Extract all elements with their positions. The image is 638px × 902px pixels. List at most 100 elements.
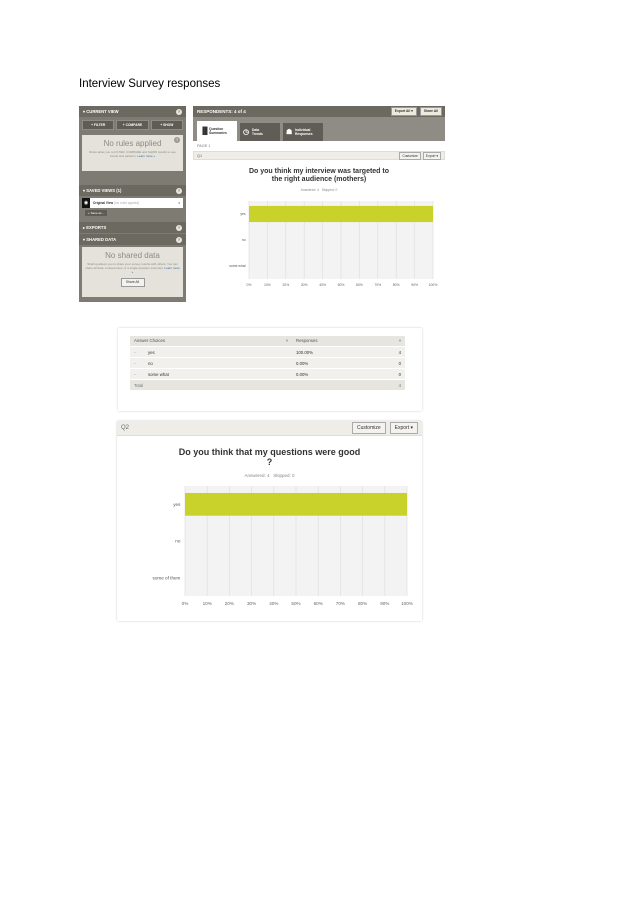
- help-icon[interactable]: ?: [176, 236, 182, 243]
- x-tick-label: 80%: [393, 283, 400, 287]
- export-button[interactable]: Export ▾: [389, 422, 418, 434]
- col-responses[interactable]: Responses ▾: [292, 336, 405, 347]
- question-title: Do you think that my questions were good…: [178, 447, 361, 467]
- x-tick-label: 90%: [411, 283, 418, 287]
- main-panel: RESPONDENTS: 4 of 4 Export All ▾ Share A…: [193, 106, 445, 299]
- x-tick-label: 100%: [401, 601, 413, 606]
- y-category-label: no: [175, 539, 181, 544]
- x-tick-label: 80%: [358, 601, 367, 606]
- response-table: Answer Choices ▾ Responses ▾ – yes 100.00%…: [130, 336, 405, 391]
- respondents-count: RESPONDENTS: 4 of 4: [197, 109, 246, 114]
- row-pct: 0.00%: [292, 357, 390, 369]
- x-tick-label: 10%: [264, 283, 271, 287]
- help-icon[interactable]: ?: [176, 224, 182, 231]
- survey-screenshot-q1: ▾ CURRENT VIEW ? + FILTER + COMPARE + SH…: [79, 103, 446, 318]
- table-row: – yes 100.00% 4: [130, 346, 405, 358]
- row-pct: 100.00%: [292, 346, 390, 358]
- saved-views-label: ▾ SAVED VIEWS (1): [83, 188, 122, 193]
- question-id: Q2: [121, 425, 130, 431]
- table-total-row: Total 4: [130, 379, 405, 391]
- y-category-label: no: [242, 238, 246, 242]
- table-row: – some what 0.00% 0: [130, 368, 405, 380]
- bar-chart-q1: 0% 10% 20% 30% 40% 50% 60% 70% 80% 90% 100% yes no so…: [229, 201, 438, 287]
- exports-label: ▸ EXPORTS: [83, 225, 107, 230]
- help-icon[interactable]: ?: [176, 108, 182, 115]
- compare-button[interactable]: + COMPARE: [116, 120, 149, 130]
- x-tick-label: 30%: [247, 601, 256, 606]
- x-tick-label: 100%: [429, 283, 438, 287]
- x-tick-label: 50%: [291, 601, 300, 606]
- customize-button[interactable]: Customize: [399, 151, 421, 160]
- total-count: 4: [390, 379, 405, 391]
- x-tick-label: 40%: [269, 601, 278, 606]
- y-category-label: some of them: [153, 575, 181, 580]
- page-label: PAGE 1: [197, 144, 211, 148]
- learn-more-link[interactable]: Learn more »: [137, 154, 155, 158]
- col-answer-choices[interactable]: Answer Choices ▾: [130, 336, 292, 347]
- x-tick-label: 40%: [319, 283, 326, 287]
- y-category-label: some what: [229, 264, 245, 268]
- sidebar: ▾ CURRENT VIEW ? + FILTER + COMPARE + SH…: [79, 106, 186, 302]
- x-tick-label: 0%: [247, 283, 252, 287]
- help-icon[interactable]: ?: [174, 137, 180, 143]
- bar-chart-icon: ▐▌: [200, 127, 210, 135]
- table-header: Answer Choices ▾ Responses ▾: [130, 336, 405, 347]
- filter-button[interactable]: + FILTER: [82, 120, 115, 130]
- question-title: Do you think my interview was targeted t…: [248, 168, 390, 183]
- view-tabs: ▐▌ Question Summaries ◷ Data Trends ☗ Indi…: [193, 117, 445, 141]
- x-tick-label: 70%: [336, 601, 345, 606]
- row-count: 4: [390, 346, 405, 358]
- shared-data-header[interactable]: ▾ SHARED DATA ?: [79, 234, 186, 245]
- no-shared-panel: No shared data Sharing allows you to sha…: [82, 247, 183, 297]
- no-shared-title: No shared data: [105, 251, 160, 260]
- sort-icon: ▾: [285, 338, 288, 343]
- saved-view-select[interactable]: Original View (No rules applied) ▾: [90, 198, 183, 208]
- current-view-label: ▾ CURRENT VIEW: [83, 109, 119, 114]
- tab-question-summaries[interactable]: ▐▌ Question Summaries: [197, 121, 237, 141]
- tab-data-trends[interactable]: ◷ Data Trends: [240, 123, 280, 141]
- x-tick-label: 0%: [182, 601, 189, 606]
- tab-individual-responses[interactable]: ☗ Individual Responses: [283, 123, 323, 141]
- no-rules-description: Rules allow you to FILTER, COMPARE and S…: [89, 150, 176, 158]
- bar: [185, 492, 407, 516]
- no-rules-title: No rules applied: [103, 139, 162, 148]
- y-category-label: yes: [173, 502, 181, 507]
- tab-label: Data Trends: [252, 128, 263, 136]
- export-all-button[interactable]: Export All ▾: [390, 107, 417, 116]
- save-as-button[interactable]: + Save as...: [85, 210, 107, 216]
- customize-button[interactable]: Customize: [352, 422, 386, 434]
- row-count: 0: [390, 368, 405, 380]
- x-tick-label: 20%: [225, 601, 234, 606]
- share-all-button[interactable]: Share All: [419, 107, 442, 116]
- tab-label: Question Summaries: [209, 127, 227, 135]
- row-count: 0: [390, 357, 405, 369]
- bar-chart-q2: 0% 10% 20% 30% 40% 50% 60% 70% 80% 90% 100% yes no so…: [153, 486, 413, 606]
- question-bar: Q2 Customize Export ▾: [117, 421, 422, 436]
- x-tick-label: 20%: [282, 283, 289, 287]
- current-view-header[interactable]: ▾ CURRENT VIEW ?: [79, 106, 186, 117]
- show-button[interactable]: + SHOW: [150, 120, 183, 130]
- exports-header[interactable]: ▸ EXPORTS ?: [79, 222, 186, 233]
- saved-views-header[interactable]: ▾ SAVED VIEWS (1) ?: [79, 185, 186, 196]
- x-tick-label: 60%: [314, 601, 323, 606]
- share-all-button[interactable]: Share All: [120, 278, 145, 287]
- tab-label: Individual Responses: [295, 128, 313, 136]
- x-tick-label: 60%: [356, 283, 363, 287]
- y-category-label: yes: [240, 212, 246, 216]
- row-bullet: –: [130, 368, 144, 380]
- help-icon[interactable]: ?: [176, 187, 182, 194]
- x-tick-label: 90%: [380, 601, 389, 606]
- table-row: – no 0.00% 0: [130, 357, 405, 369]
- row-pct: 0.00%: [292, 368, 390, 380]
- total-label: Total: [130, 379, 390, 391]
- export-button[interactable]: Export ▾: [422, 151, 441, 160]
- chevron-down-icon: ▾: [178, 201, 180, 205]
- document-title: Interview Survey responses: [79, 78, 221, 90]
- question-id: Q1: [197, 153, 203, 158]
- response-table-panel: Answer Choices ▾ Responses ▾ – yes 100.00%…: [118, 328, 422, 411]
- saved-view-row[interactable]: ◉ Original View (No rules applied) ▾: [82, 198, 183, 208]
- x-tick-label: 70%: [374, 283, 381, 287]
- row-choice: some what: [144, 368, 292, 380]
- question-bar: Q1 Customize Export ▾: [193, 151, 445, 160]
- shared-data-label: ▾ SHARED DATA: [83, 237, 117, 242]
